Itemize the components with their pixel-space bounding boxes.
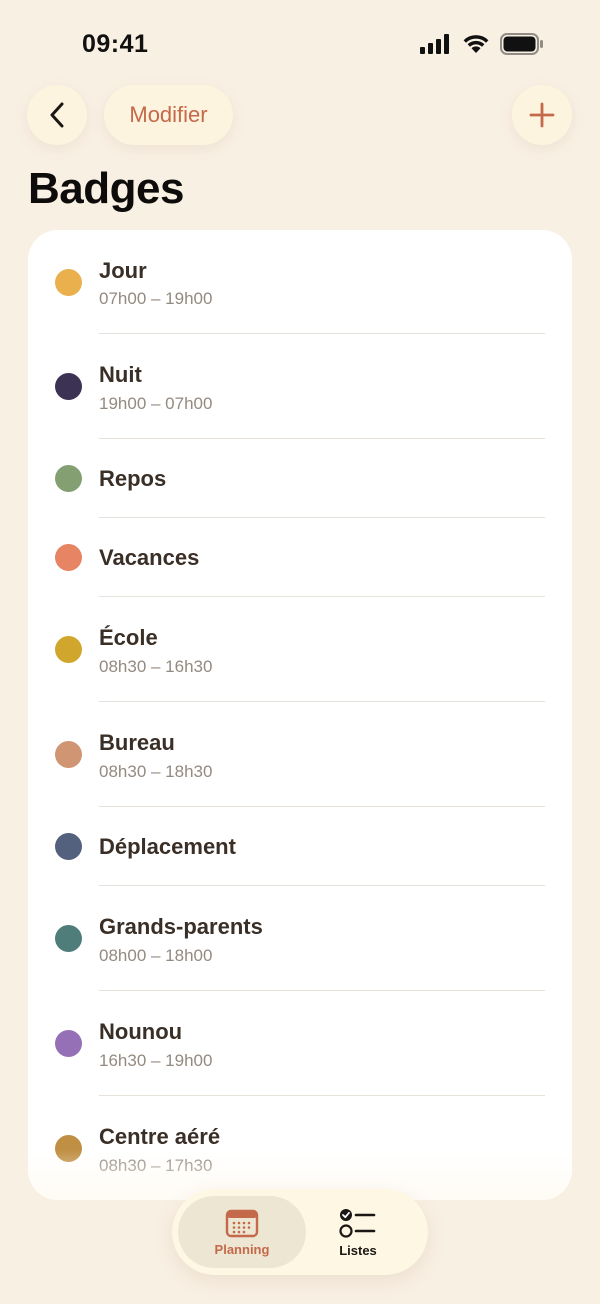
edit-button[interactable]: Modifier [104,85,233,145]
badge-name: Nuit [99,362,142,387]
badge-row-vacances[interactable]: Vacances [28,518,572,597]
badge-color-dot [55,465,82,492]
tab-listes[interactable]: Listes [294,1196,422,1268]
badge-name: Déplacement [99,834,236,859]
badge-row-jour[interactable]: Jour 07h00 – 19h00 [28,230,572,334]
badge-color-dot [55,373,82,400]
battery-icon [500,33,543,55]
status-bar: 09:41 [0,0,600,90]
badge-name: Jour [99,258,147,283]
badge-color-dot [55,1030,82,1057]
badge-row-bureau[interactable]: Bureau 08h30 – 18h30 [28,702,572,807]
plus-icon [529,102,555,128]
cellular-signal-icon [420,34,449,54]
badge-row-nounou[interactable]: Nounou 16h30 – 19h00 [28,991,572,1096]
badge-color-dot [55,741,82,768]
badge-color-dot [55,544,82,571]
badge-hours: 08h30 – 18h30 [99,762,213,781]
badge-color-dot [55,1135,82,1162]
badge-row-grands-parents[interactable]: Grands-parents 08h00 – 18h00 [28,886,572,991]
badge-row-ecole[interactable]: École 08h30 – 16h30 [28,597,572,702]
tab-planning[interactable]: Planning [178,1196,306,1268]
badge-name: École [99,625,158,650]
back-button[interactable] [27,85,87,145]
badge-name: Vacances [99,545,200,570]
badge-color-dot [55,269,82,296]
badge-name: Bureau [99,730,175,755]
badge-hours: 07h00 – 19h00 [99,289,213,308]
status-time: 09:41 [82,30,149,58]
badge-color-dot [55,925,82,952]
badge-hours: 08h00 – 18h00 [99,946,213,965]
wifi-icon [463,35,489,53]
badge-hours: 19h00 – 07h00 [99,394,213,413]
tab-listes-label: Listes [339,1242,377,1258]
calendar-icon [225,1209,259,1237]
badge-hours: 08h30 – 16h30 [99,657,213,676]
page-title: Badges [28,164,184,213]
badges-list: Jour 07h00 – 19h00 Nuit 19h00 – 07h00 Re… [28,230,572,1200]
badge-hours: 08h30 – 17h30 [99,1156,213,1175]
badge-color-dot [55,833,82,860]
badge-row-nuit[interactable]: Nuit 19h00 – 07h00 [28,334,572,439]
badge-hours: 16h30 – 19h00 [99,1051,213,1070]
badge-name: Repos [99,466,167,491]
badge-color-dot [55,636,82,663]
tab-bar: Planning Listes [172,1189,428,1275]
badge-row-centre-aere[interactable]: Centre aéré 08h30 – 17h30 [28,1096,572,1200]
badge-row-deplacement[interactable]: Déplacement [28,807,572,886]
badge-name: Centre aéré [99,1124,221,1149]
badge-name: Nounou [99,1019,183,1044]
tab-planning-label: Planning [214,1241,270,1257]
badge-name: Grands-parents [99,914,263,939]
status-icons [420,33,544,55]
badge-row-repos[interactable]: Repos [28,439,572,518]
add-badge-button[interactable] [512,85,572,145]
chevron-left-icon [50,102,64,128]
checklist-icon [339,1208,376,1238]
